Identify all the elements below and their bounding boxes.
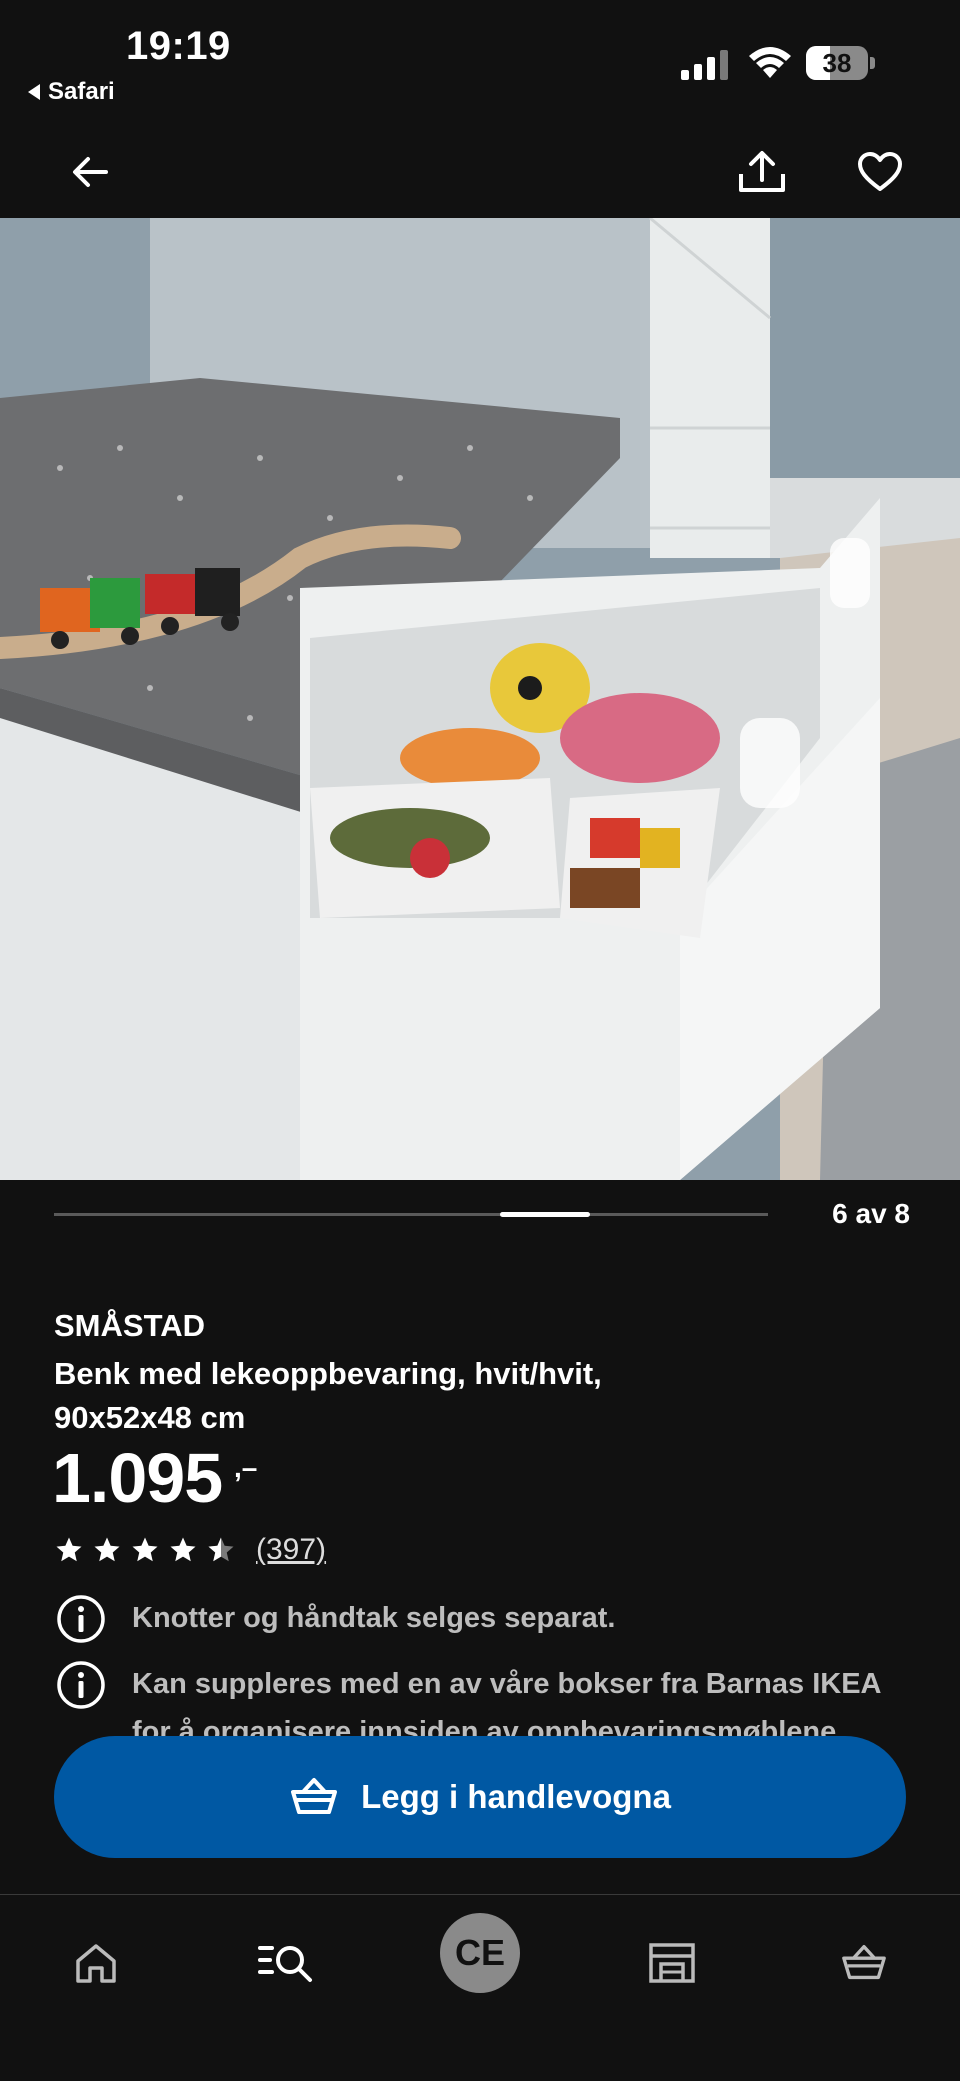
product-image[interactable] [0, 218, 960, 1180]
nav-search[interactable] [246, 1923, 326, 2003]
basket-icon [291, 1778, 338, 1814]
info-note-text: Kan suppleres med en av våre bokser fra … [132, 1668, 881, 1740]
wifi-icon [749, 47, 791, 78]
back-button[interactable] [56, 138, 124, 206]
heart-icon [858, 152, 902, 191]
info-icon [57, 1595, 105, 1643]
info-note: Knotter og håndtak selges separat. [56, 1594, 926, 1644]
nav-profile-avatar[interactable]: CE [440, 1913, 520, 1993]
gallery-progress [54, 1212, 768, 1217]
info-note-text: Knotter og håndtak selges separat. [132, 1602, 616, 1634]
price-suffix: ,– [234, 1452, 258, 1483]
battery-percent: 38 [822, 48, 852, 78]
star-icon [56, 1537, 82, 1562]
share-icon [739, 151, 785, 192]
battery-indicator: 38 [806, 46, 876, 80]
home-icon [76, 1944, 116, 1983]
store-icon [649, 1943, 695, 1983]
arrow-left-icon [73, 157, 108, 187]
product-description: Benk med lekeoppbevaring, hvit/hvit, 90x… [54, 1356, 602, 1435]
status-bar: 19:19 Safari 38 [0, 0, 960, 130]
cellular-signal-icon [681, 50, 728, 80]
review-count-link[interactable]: (397) [256, 1533, 326, 1567]
nav-stores[interactable] [632, 1923, 712, 2003]
product-name: SMÅSTAD [54, 1308, 205, 1343]
star-icon [170, 1537, 196, 1562]
nav-cart[interactable] [824, 1923, 904, 2003]
add-to-cart-label: Legg i handlevogna [361, 1778, 671, 1815]
star-icon [132, 1537, 158, 1562]
battery-nub [870, 57, 875, 69]
cart-icon [842, 1944, 886, 1980]
status-time: 19:19 [126, 24, 231, 68]
star-icon [94, 1537, 120, 1562]
back-triangle-icon [28, 84, 40, 100]
bottom-navigation: CE [0, 1894, 960, 2081]
info-note: Kan suppleres med en av våre bokser fra … [56, 1660, 926, 1740]
star-half-icon [208, 1537, 234, 1562]
share-button[interactable] [728, 138, 796, 206]
info-icon [57, 1661, 105, 1709]
back-to-safari[interactable]: Safari [28, 78, 115, 106]
product-rating[interactable]: (397) [54, 1533, 326, 1567]
product-price: 1.095 [52, 1439, 223, 1517]
gallery-progress-thumb [500, 1212, 590, 1217]
search-list-icon [258, 1946, 312, 1982]
app-header [0, 130, 960, 218]
add-to-cart-button[interactable]: Legg i handlevogna [54, 1736, 906, 1858]
nav-home[interactable] [56, 1923, 136, 2003]
product-photo [0, 218, 960, 1180]
gallery-counter: 6 av 8 [832, 1198, 910, 1229]
favorite-button[interactable] [846, 138, 914, 206]
back-app-label: Safari [48, 78, 115, 105]
